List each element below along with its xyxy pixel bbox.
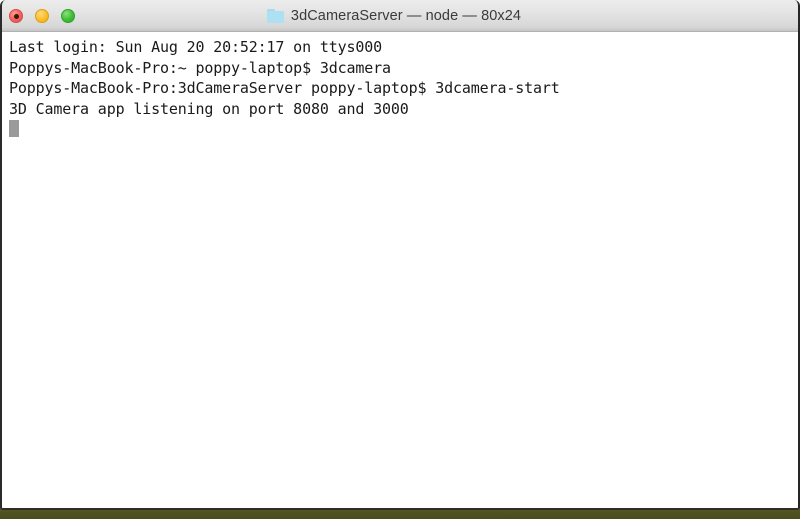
minimize-button[interactable] [35,9,49,23]
window-title: 3dCameraServer — node — 80x24 [290,7,522,24]
block-cursor [9,120,19,137]
folder-icon [266,8,284,23]
terminal-line: Poppys-MacBook-Pro:~ poppy-laptop$ 3dcam… [9,58,391,77]
terminal-line: Poppys-MacBook-Pro:3dCameraServer poppy-… [9,79,560,97]
title-center: 3dCameraServer — node — 80x24 [266,7,522,24]
terminal-line: Last login: Sun Aug 20 20:52:17 on ttys0… [9,38,382,56]
terminal-line: 3D Camera app listening on port 8080 and… [9,99,409,118]
screen: 3dCameraServer — node — 80x24 Last login… [0,0,800,519]
close-button[interactable] [9,9,23,23]
terminal-window: 3dCameraServer — node — 80x24 Last login… [0,0,800,510]
window-controls [9,0,75,32]
maximize-button[interactable] [61,9,75,23]
terminal-output[interactable]: Last login: Sun Aug 20 20:52:17 on ttys0… [2,32,798,508]
title-bar[interactable]: 3dCameraServer — node — 80x24 [2,0,798,32]
